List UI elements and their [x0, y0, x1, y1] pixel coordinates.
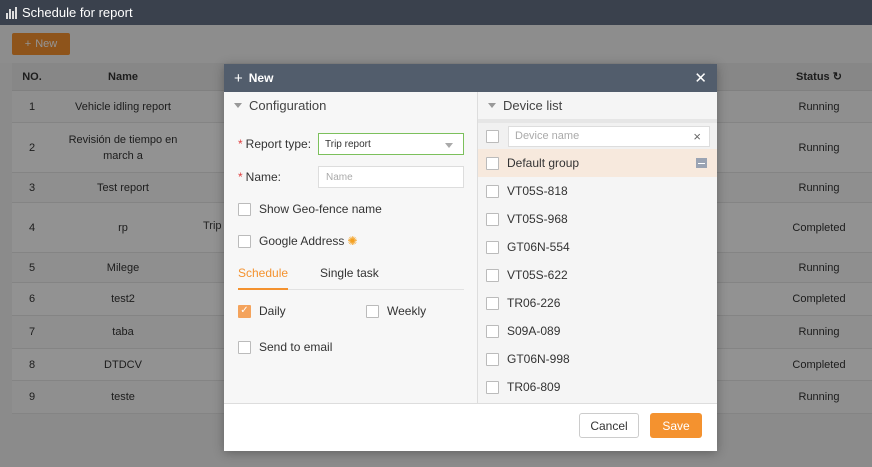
- device-search-row: Device name ×: [478, 119, 717, 149]
- device-item[interactable]: VT05S-818: [478, 177, 717, 205]
- weekly-option[interactable]: Weekly: [366, 304, 426, 318]
- dialog-title: New: [248, 71, 274, 85]
- chevron-down-icon: [445, 143, 453, 148]
- cancel-button[interactable]: Cancel: [579, 413, 639, 438]
- device-item[interactable]: GT06N-554: [478, 233, 717, 261]
- device-checkbox[interactable]: [486, 268, 499, 282]
- configuration-section-header[interactable]: Configuration: [224, 92, 477, 119]
- device-list: Default group VT05S-818 VT05S-968 GT06N-55…: [478, 149, 717, 403]
- app-titlebar: Schedule for report: [0, 0, 872, 25]
- close-icon[interactable]: ✕: [694, 69, 707, 87]
- save-button[interactable]: Save: [650, 413, 702, 438]
- lightbulb-icon[interactable]: ✺: [347, 234, 357, 248]
- geofence-checkbox[interactable]: [238, 202, 251, 216]
- bar-chart-icon: [6, 6, 18, 19]
- caret-down-icon: [234, 103, 242, 108]
- weekly-checkbox[interactable]: [366, 304, 379, 318]
- device-checkbox[interactable]: [486, 324, 499, 338]
- daily-option[interactable]: ✓ Daily: [238, 304, 286, 318]
- device-label: VT05S-622: [507, 268, 568, 282]
- device-checkbox[interactable]: [486, 184, 499, 198]
- configuration-panel: Configuration * Report type: Trip report …: [224, 92, 478, 403]
- tab-single-task[interactable]: Single task: [320, 264, 379, 289]
- device-item[interactable]: TR06-226: [478, 289, 717, 317]
- caret-down-icon: [488, 103, 496, 108]
- collapse-icon[interactable]: [696, 158, 707, 168]
- send-email-checkbox[interactable]: [238, 340, 251, 354]
- google-address-checkbox[interactable]: [238, 234, 251, 248]
- plus-icon: +: [234, 69, 243, 87]
- app-title: Schedule for report: [22, 5, 133, 20]
- device-label: TR06-809: [507, 380, 561, 394]
- report-type-select[interactable]: Trip report: [318, 133, 464, 155]
- device-checkbox[interactable]: [486, 380, 499, 394]
- device-checkbox[interactable]: [486, 352, 499, 366]
- dialog-header: + New ✕: [224, 64, 717, 92]
- name-label: * Name:: [238, 170, 282, 184]
- send-email-option[interactable]: Send to email: [238, 340, 332, 354]
- report-type-label: * Report type:: [238, 137, 312, 151]
- device-item[interactable]: GT06N-998: [478, 345, 717, 373]
- device-label: VT05S-818: [507, 184, 568, 198]
- device-item[interactable]: VT05S-622: [478, 261, 717, 289]
- tab-schedule[interactable]: Schedule: [238, 264, 289, 290]
- device-group-default[interactable]: Default group: [478, 149, 717, 177]
- device-label: VT05S-968: [507, 212, 568, 226]
- device-checkbox[interactable]: [486, 240, 499, 254]
- show-geofence-option[interactable]: Show Geo-fence name: [238, 202, 382, 216]
- device-item[interactable]: TR06-809: [478, 373, 717, 401]
- device-list-panel: Device list Device name × Default group …: [478, 92, 717, 403]
- device-item[interactable]: S09A-089: [478, 317, 717, 345]
- device-checkbox[interactable]: [486, 212, 499, 226]
- schedule-tabs: Schedule Single task: [238, 264, 464, 290]
- device-label: GT06N-998: [507, 352, 570, 366]
- dialog-footer: Cancel Save: [224, 403, 717, 451]
- device-label: TR06-226: [507, 296, 561, 310]
- daily-checkbox[interactable]: ✓: [238, 304, 251, 318]
- device-checkbox[interactable]: [486, 296, 499, 310]
- clear-icon[interactable]: ×: [693, 129, 701, 144]
- name-input[interactable]: Name: [318, 166, 464, 188]
- new-schedule-dialog: + New ✕ Configuration * Report type: Trip…: [224, 64, 717, 451]
- device-label: S09A-089: [507, 324, 561, 338]
- device-label: GT06N-554: [507, 240, 570, 254]
- device-list-section-header[interactable]: Device list: [478, 92, 717, 119]
- device-item[interactable]: VT05S-968: [478, 205, 717, 233]
- select-all-checkbox[interactable]: [486, 129, 499, 143]
- device-search-input[interactable]: Device name ×: [508, 125, 710, 147]
- table-peek-text: Trip: [203, 220, 222, 232]
- group-checkbox[interactable]: [486, 156, 499, 170]
- google-address-option[interactable]: Google Address ✺: [238, 234, 357, 248]
